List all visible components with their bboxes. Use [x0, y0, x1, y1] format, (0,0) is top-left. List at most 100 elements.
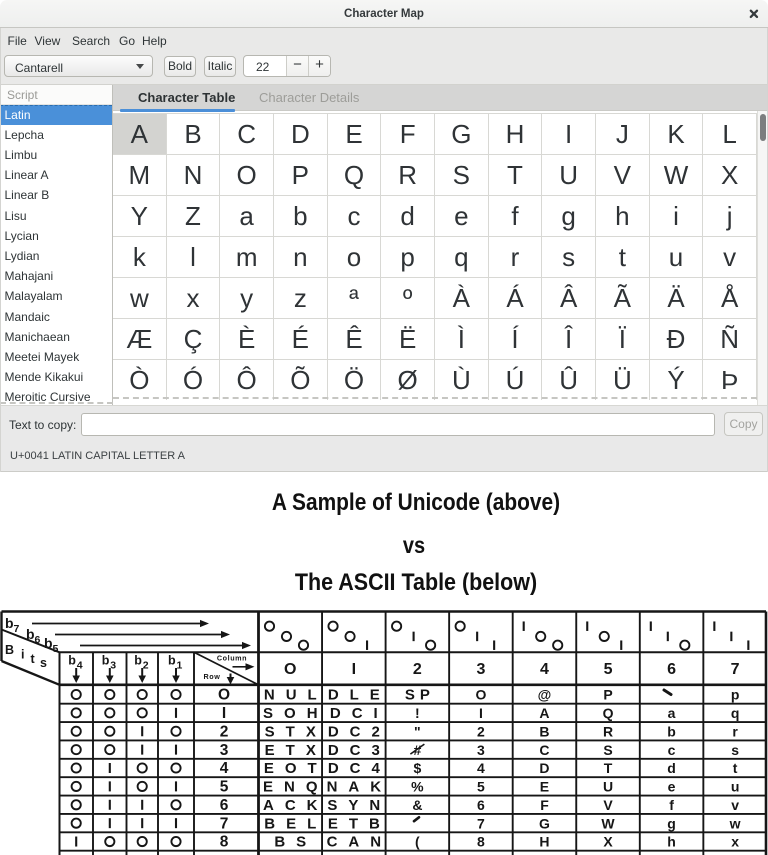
- svg-text:7: 7: [220, 815, 229, 832]
- svg-text:b: b: [168, 654, 176, 668]
- svg-text:ETX: ETX: [265, 742, 327, 759]
- svg-text:P: P: [603, 687, 612, 703]
- svg-text:6: 6: [667, 661, 676, 678]
- svg-text:x: x: [731, 834, 739, 850]
- svg-text:EOT: EOT: [264, 760, 328, 777]
- svg-text:SP: SP: [405, 687, 435, 704]
- svg-text:DC3: DC3: [328, 742, 391, 759]
- svg-text:DCI: DCI: [330, 705, 389, 722]
- svg-text:3: 3: [476, 661, 485, 678]
- svg-text:q: q: [731, 705, 740, 721]
- svg-text:": ": [414, 723, 421, 739]
- svg-text:1: 1: [177, 660, 183, 672]
- svg-text:V: V: [603, 797, 613, 813]
- svg-text:ENQ: ENQ: [263, 779, 329, 796]
- svg-text:D: D: [539, 760, 549, 776]
- svg-text:e: e: [668, 779, 676, 795]
- svg-text:t: t: [733, 760, 738, 776]
- svg-text:2: 2: [477, 723, 485, 739]
- svg-text:SYN: SYN: [327, 797, 391, 814]
- svg-text:(: (: [415, 834, 420, 850]
- svg-text:b: b: [68, 654, 76, 668]
- svg-text:%: %: [411, 779, 424, 795]
- svg-text:X: X: [603, 834, 613, 850]
- svg-text:STX: STX: [265, 723, 327, 740]
- svg-text:b: b: [134, 654, 142, 668]
- svg-text:r: r: [732, 723, 738, 739]
- svg-text:ACK: ACK: [263, 797, 329, 814]
- svg-text:b: b: [26, 626, 35, 642]
- svg-text:2: 2: [143, 660, 149, 672]
- svg-text:3: 3: [477, 742, 485, 758]
- svg-text:6: 6: [477, 797, 485, 813]
- svg-text:3: 3: [220, 742, 229, 759]
- svg-text:5: 5: [477, 779, 485, 795]
- svg-text:$: $: [413, 760, 421, 776]
- svg-text:s: s: [40, 656, 47, 670]
- svg-text:F: F: [540, 797, 549, 813]
- svg-text:t: t: [31, 652, 36, 666]
- svg-text:I: I: [352, 661, 356, 678]
- svg-text:7: 7: [477, 815, 485, 831]
- svg-text:4: 4: [540, 661, 549, 678]
- svg-text:O: O: [284, 661, 296, 678]
- svg-text:2: 2: [413, 661, 422, 678]
- svg-text:b: b: [102, 654, 110, 668]
- svg-text:d: d: [667, 760, 676, 776]
- svg-text:I: I: [222, 705, 226, 722]
- svg-text:4: 4: [220, 760, 229, 777]
- svg-text:I: I: [479, 705, 483, 721]
- svg-text:BEL: BEL: [264, 815, 327, 832]
- svg-text:H: H: [539, 834, 549, 850]
- svg-text:DC4: DC4: [328, 760, 391, 777]
- svg-text:f: f: [669, 797, 674, 813]
- svg-text:A: A: [539, 705, 549, 721]
- svg-text:8: 8: [477, 834, 485, 850]
- svg-text:7: 7: [14, 623, 20, 635]
- svg-text:CAN: CAN: [327, 834, 393, 851]
- svg-text:s: s: [731, 742, 739, 758]
- svg-text:G: G: [539, 815, 550, 831]
- svg-text:b: b: [5, 615, 14, 631]
- svg-text:h: h: [667, 834, 676, 850]
- svg-text:DC2: DC2: [328, 723, 391, 740]
- svg-text:!: !: [415, 705, 420, 721]
- svg-text:Q: Q: [603, 705, 614, 721]
- svg-text:T: T: [604, 760, 613, 776]
- svg-text:g: g: [667, 815, 676, 831]
- svg-text:C: C: [539, 742, 549, 758]
- svg-text:w: w: [729, 815, 741, 831]
- svg-text:S: S: [603, 742, 612, 758]
- svg-text:5: 5: [220, 779, 229, 796]
- svg-text:a: a: [668, 705, 676, 721]
- svg-text:@: @: [538, 687, 552, 703]
- svg-text:i: i: [21, 648, 24, 662]
- svg-text:5: 5: [604, 661, 613, 678]
- svg-text:8: 8: [220, 834, 229, 851]
- svg-text:7: 7: [731, 661, 740, 678]
- svg-text:SOH: SOH: [263, 705, 329, 722]
- svg-text:2: 2: [220, 723, 229, 740]
- svg-text:O: O: [218, 687, 230, 704]
- svg-text:ETB: ETB: [328, 815, 391, 832]
- svg-text:3: 3: [110, 660, 116, 672]
- svg-text:U: U: [603, 779, 613, 795]
- svg-text:b: b: [44, 635, 53, 651]
- svg-text:Column: Column: [217, 654, 247, 663]
- svg-text:B: B: [539, 723, 549, 739]
- svg-text:u: u: [731, 779, 740, 795]
- svg-text:6: 6: [220, 797, 229, 814]
- svg-text:c: c: [668, 742, 676, 758]
- svg-text:4: 4: [77, 660, 83, 672]
- svg-text:&: &: [412, 797, 422, 813]
- svg-text:v: v: [731, 797, 739, 813]
- svg-text:W: W: [601, 815, 615, 831]
- svg-text:b: b: [667, 723, 676, 739]
- svg-text:DLE: DLE: [328, 687, 391, 704]
- svg-text:E: E: [540, 779, 549, 795]
- svg-text:BS: BS: [274, 834, 317, 851]
- svg-text:NAK: NAK: [327, 779, 393, 796]
- svg-text:4: 4: [477, 760, 485, 776]
- svg-text:5: 5: [53, 643, 59, 655]
- svg-text:p: p: [731, 687, 740, 703]
